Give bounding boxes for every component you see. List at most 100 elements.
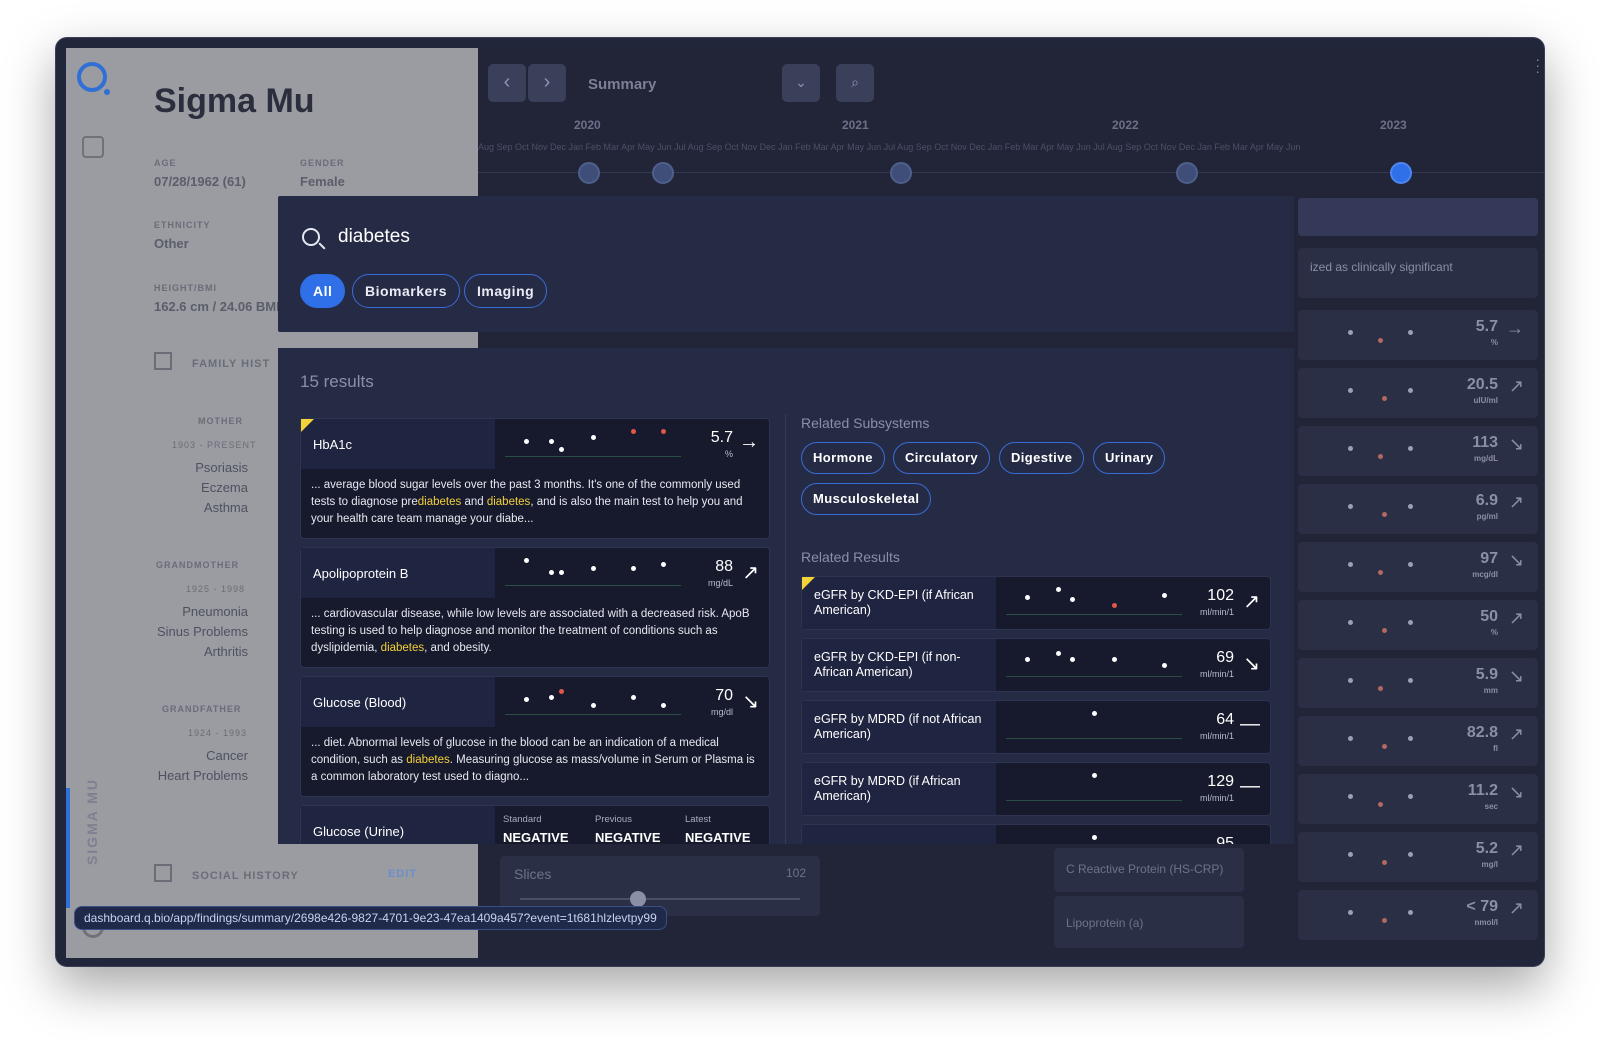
filter-biomarkers-button[interactable]: Biomarkers bbox=[352, 274, 461, 308]
description-text: ... cardiovascular disease, while low le… bbox=[311, 608, 750, 654]
edit-social-history-button[interactable]: EDIT bbox=[388, 868, 417, 880]
latest-label: Latest bbox=[685, 814, 711, 825]
related-result-value: 95 bbox=[1216, 835, 1234, 844]
sparkline-point bbox=[1025, 595, 1030, 600]
timeline-year: 2020 bbox=[574, 118, 601, 132]
subsystem-digestive-button[interactable]: Digestive bbox=[999, 442, 1085, 474]
subsystem-circulatory-button[interactable]: Circulatory bbox=[893, 442, 991, 474]
status-bar-url: dashboard.q.bio/app/findings/summary/269… bbox=[74, 906, 667, 930]
related-result-value: 129 bbox=[1207, 773, 1234, 790]
trend-icon: ↘ bbox=[1508, 782, 1524, 802]
results-divider bbox=[785, 414, 786, 844]
sparkline-point-alert bbox=[559, 689, 564, 694]
lipoprotein-card: Lipoprotein (a) bbox=[1054, 896, 1244, 948]
background-biomarker-value: 50 bbox=[1480, 608, 1498, 625]
timeline-search-icon[interactable]: ⌕ bbox=[836, 64, 874, 102]
subsystem-urinary-button[interactable]: Urinary bbox=[1093, 442, 1166, 474]
grandfather-condition: Cancer bbox=[206, 748, 248, 763]
background-biomarker-row: 5.7% → bbox=[1298, 310, 1538, 360]
related-result-name bbox=[802, 825, 996, 844]
related-sparkline bbox=[1006, 707, 1182, 739]
background-biomarker-value: 6.9 bbox=[1475, 492, 1498, 509]
related-result-name: eGFR by CKD-EPI (if non-African American… bbox=[802, 639, 996, 691]
subsystem-musculoskeletal-button[interactable]: Musculoskeletal bbox=[801, 483, 932, 515]
background-biomarker-value: 20.5 bbox=[1466, 376, 1498, 393]
mother-label: MOTHER bbox=[198, 416, 243, 426]
timeline-event-marker[interactable] bbox=[890, 162, 912, 184]
window-menu-icon[interactable]: · · · bbox=[1535, 52, 1540, 78]
sparkline-point bbox=[1378, 570, 1383, 575]
related-result-row[interactable]: eGFR by MDRD (if not African American) 6… bbox=[801, 700, 1271, 754]
sparkline-point bbox=[661, 562, 666, 567]
sparkline-point bbox=[1378, 802, 1383, 807]
sparkline-point bbox=[1056, 651, 1061, 656]
chevron-right-icon[interactable]: › bbox=[528, 64, 566, 102]
search-input[interactable] bbox=[338, 226, 938, 248]
mother-condition: Eczema bbox=[201, 480, 248, 495]
sparkline-point bbox=[1348, 736, 1353, 741]
sparkline-point bbox=[591, 566, 596, 571]
sparkline-point bbox=[1348, 504, 1353, 509]
related-result-row[interactable]: eGFR by MDRD (if African American) 129 m… bbox=[801, 762, 1271, 816]
chevron-left-icon[interactable]: ‹ bbox=[488, 64, 526, 102]
related-result-unit: ml/min/1 bbox=[1199, 731, 1234, 741]
sparkline-point bbox=[1408, 794, 1413, 799]
sparkline-point bbox=[631, 695, 636, 700]
flag-icon bbox=[301, 419, 314, 432]
related-result-name: eGFR by CKD-EPI (if African American) bbox=[802, 577, 996, 629]
grandfather-years: 1924 - 1993 bbox=[188, 728, 248, 738]
search-highlight: diabetes bbox=[486, 496, 531, 508]
sparkline-point bbox=[591, 435, 596, 440]
crp-card: C Reactive Protein (HS-CRP) bbox=[1054, 848, 1244, 892]
crp-label: C Reactive Protein (HS-CRP) bbox=[1066, 862, 1224, 876]
trend-flat-icon: — bbox=[1240, 775, 1260, 797]
sparkline-point bbox=[1025, 657, 1030, 662]
related-result-name: eGFR by MDRD (if African American) bbox=[802, 763, 996, 815]
rail-patient-name[interactable]: SIGMA MU bbox=[84, 778, 100, 865]
sparkline-point bbox=[1348, 388, 1353, 393]
slices-slider-track[interactable] bbox=[520, 898, 800, 900]
result-card-apob[interactable]: Apolipoprotein B 88 mg/dL ↗ ... cardiova… bbox=[300, 547, 770, 668]
trend-icon: ↗ bbox=[1508, 608, 1524, 628]
related-result-row[interactable]: 95 bbox=[801, 824, 1271, 844]
subsystem-hormone-button[interactable]: Hormone bbox=[801, 442, 885, 474]
related-result-value: 102 bbox=[1207, 587, 1234, 604]
mother-years: 1903 - Present bbox=[172, 440, 257, 450]
sparkline-point bbox=[1348, 620, 1353, 625]
background-biomarker-unit: mg/dL bbox=[1474, 454, 1498, 463]
result-card-glucose-urine[interactable]: Glucose (Urine) Standard NEGATIVE Previo… bbox=[300, 805, 770, 844]
sparkline-point bbox=[1162, 663, 1167, 668]
background-note: ized as clinically significant bbox=[1298, 248, 1538, 298]
previous-value: NEGATIVE bbox=[595, 830, 661, 844]
related-result-value: 69 bbox=[1216, 649, 1234, 666]
timeline-event-marker-selected[interactable] bbox=[1390, 162, 1412, 184]
trend-up-icon: ↗ bbox=[1243, 591, 1260, 613]
background-biomarker-value: 5.7 bbox=[1475, 318, 1498, 335]
calendar-icon[interactable] bbox=[82, 136, 104, 158]
sparkline-point bbox=[1408, 504, 1413, 509]
grandfather-label: GRANDFATHER bbox=[162, 704, 242, 714]
sparkline-point bbox=[631, 566, 636, 571]
timeline-event-marker[interactable] bbox=[1176, 162, 1198, 184]
result-sparkline bbox=[505, 685, 681, 715]
background-biomarker-value: 113 bbox=[1472, 434, 1498, 451]
slices-label: Slices bbox=[514, 866, 552, 882]
result-card-glucose-blood[interactable]: Glucose (Blood) 70 mg/dl ↘ ... diet. Abn… bbox=[300, 676, 770, 797]
filter-imaging-button[interactable]: Imaging bbox=[464, 274, 548, 308]
chevron-down-icon[interactable]: ⌄ bbox=[782, 64, 820, 102]
slices-slider-thumb[interactable] bbox=[630, 891, 646, 907]
related-result-row[interactable]: eGFR by CKD-EPI (if non-African American… bbox=[801, 638, 1271, 692]
ethnicity-value: Other bbox=[154, 236, 189, 251]
result-value: 70 bbox=[715, 687, 733, 704]
sparkline-point bbox=[1092, 835, 1097, 840]
result-card-hba1c[interactable]: HbA1c 5.7 % → ... average blood sugar le… bbox=[300, 418, 770, 539]
timeline-event-marker[interactable] bbox=[652, 162, 674, 184]
timeline-event-marker[interactable] bbox=[578, 162, 600, 184]
patient-name: Sigma Mu bbox=[154, 82, 315, 120]
result-name: Apolipoprotein B bbox=[301, 548, 495, 598]
related-result-row[interactable]: eGFR by CKD-EPI (if African American) 10… bbox=[801, 576, 1271, 630]
qbio-logo-icon[interactable] bbox=[77, 62, 110, 95]
filter-all-button[interactable]: All bbox=[300, 274, 346, 308]
background-biomarker-value: 5.9 bbox=[1475, 666, 1498, 683]
view-select-label[interactable]: Summary bbox=[588, 76, 656, 93]
